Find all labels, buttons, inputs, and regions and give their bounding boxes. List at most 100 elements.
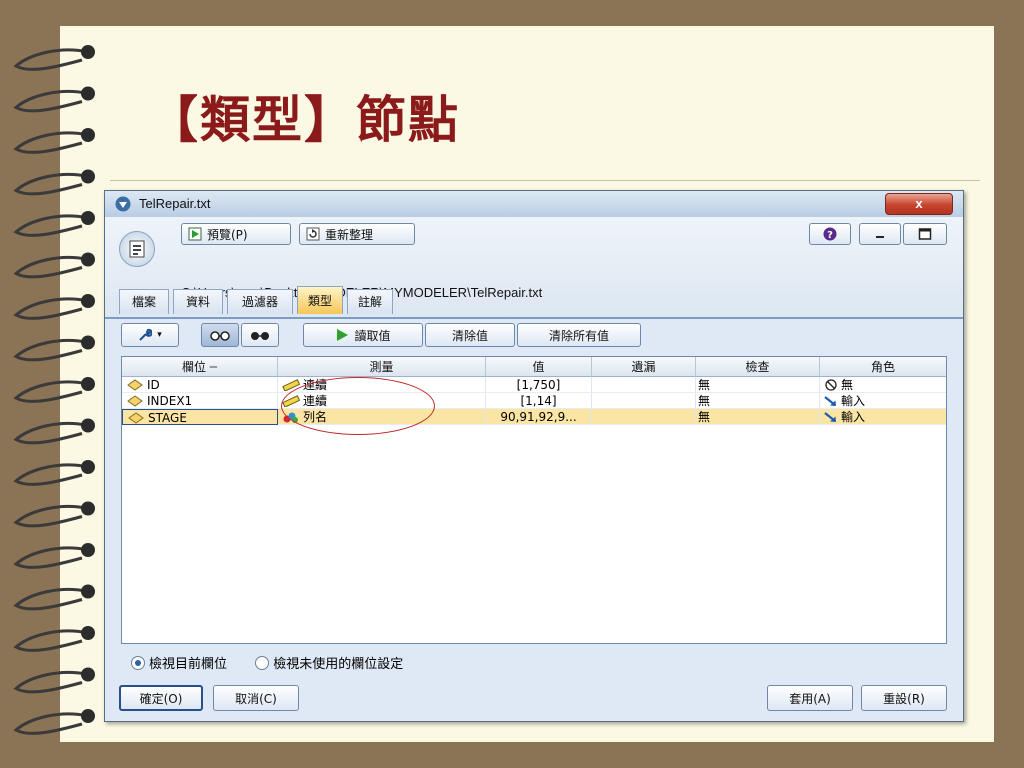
tab-type[interactable]: 類型: [297, 286, 343, 314]
diamond-field-icon: [127, 395, 143, 407]
window-title: TelRepair.txt: [139, 196, 211, 211]
role-cell[interactable]: 輸入: [820, 393, 946, 409]
field-cell[interactable]: ID: [122, 377, 278, 393]
col-header-measure[interactable]: 測量: [278, 357, 486, 377]
ring-hole: [81, 377, 95, 391]
dark-glasses-icon: [251, 332, 269, 340]
help-icon: ?: [823, 227, 837, 241]
spiral-ring: [13, 172, 89, 196]
minimize-icon: [876, 236, 884, 238]
title-divider: [110, 180, 980, 181]
tab-annotation[interactable]: 註解: [347, 289, 393, 314]
tab-file[interactable]: 檔案: [119, 289, 169, 314]
clear-all-values-label: 清除所有值: [548, 328, 609, 343]
slide-title: 【類型】節點: [148, 90, 460, 149]
field-cell[interactable]: INDEX1: [122, 393, 278, 409]
value-cell[interactable]: 90,91,92,9...: [486, 409, 592, 425]
missing-cell[interactable]: [592, 409, 696, 425]
refresh-button[interactable]: 重新整理: [299, 223, 415, 245]
spiral-ring: [13, 587, 89, 611]
radio-view-current[interactable]: 檢視目前欄位: [131, 656, 227, 672]
field-name: ID: [147, 378, 160, 392]
ring-hole: [81, 626, 95, 640]
view-fields-toggle[interactable]: [201, 323, 239, 347]
ring-hole: [81, 584, 95, 599]
read-values-button[interactable]: 讀取值: [303, 323, 423, 347]
spiral-ring: [13, 629, 89, 652]
clear-values-button[interactable]: 清除值: [425, 323, 515, 347]
col-header-value[interactable]: 值: [486, 357, 592, 377]
apply-button[interactable]: 套用(A): [767, 685, 853, 711]
spiral-ring: [13, 297, 89, 320]
wrench-icon: [139, 328, 153, 341]
ring-hole: [81, 709, 95, 723]
ring-hole: [81, 543, 95, 557]
check-cell[interactable]: 無: [696, 377, 820, 393]
value-cell[interactable]: [1,14]: [486, 393, 592, 409]
col-field-label: 欄位: [181, 360, 206, 374]
value-cell[interactable]: [1,750]: [486, 377, 592, 393]
spiral-ring: [13, 255, 89, 279]
input-arrow-icon: [824, 412, 836, 422]
minimize-button[interactable]: [859, 223, 901, 245]
none-icon: [825, 379, 837, 391]
clear-all-values-button[interactable]: 清除所有值: [517, 323, 641, 347]
check-cell[interactable]: 無: [696, 409, 820, 425]
missing-cell[interactable]: [592, 393, 696, 409]
ring-hole: [81, 211, 95, 225]
close-button[interactable]: x: [885, 193, 953, 215]
ring-hole: [81, 86, 95, 101]
spiral-ring: [13, 48, 89, 71]
tab-filter[interactable]: 過濾器: [227, 289, 293, 314]
diamond-field-icon: [127, 379, 143, 391]
reset-button[interactable]: 重設(R): [861, 685, 947, 711]
help-button[interactable]: ?: [809, 223, 851, 245]
spiral-ring: [13, 421, 89, 445]
preview-button[interactable]: 預覽(P): [181, 223, 291, 245]
ok-button[interactable]: 確定(O): [119, 685, 203, 711]
app-icon: [115, 196, 131, 212]
spiral-ring: [13, 89, 89, 113]
ring-hole: [81, 169, 95, 184]
chevron-down-icon: ▾: [157, 330, 162, 340]
tab-data[interactable]: 資料: [173, 289, 223, 314]
col-header-role[interactable]: 角色: [820, 357, 946, 377]
svg-text:?: ?: [827, 230, 833, 241]
role-value: 輸入: [841, 410, 866, 424]
field-name: STAGE: [148, 411, 187, 425]
radio-dot: [131, 656, 145, 670]
input-arrow-icon: [824, 396, 836, 406]
view-unused-toggle[interactable]: [241, 323, 279, 347]
table-row-selected[interactable]: STAGE 列名 90,91,92,9... 無 輸入: [122, 409, 946, 425]
diamond-field-icon: [128, 412, 144, 424]
cancel-button[interactable]: 取消(C): [213, 685, 299, 711]
role-cell[interactable]: 無: [820, 377, 946, 393]
fields-grid[interactable]: 欄位 ━ 測量 值 遺漏 檢查 角色 ID 連續 [1,750] 無 無 IND…: [121, 356, 947, 644]
col-header-field[interactable]: 欄位 ━: [122, 357, 278, 377]
window-titlebar[interactable]: TelRepair.txt x: [105, 191, 963, 217]
check-cell[interactable]: 無: [696, 393, 820, 409]
type-node-icon: [119, 231, 155, 267]
tools-dropdown-button[interactable]: ▾: [121, 323, 179, 347]
spiral-ring: [13, 338, 89, 362]
ring-hole: [81, 501, 95, 516]
maximize-button[interactable]: [903, 223, 947, 245]
role-cell[interactable]: 輸入: [820, 409, 946, 425]
table-row[interactable]: INDEX1 連續 [1,14] 無 輸入: [122, 393, 946, 409]
radio-view-unused[interactable]: 檢視未使用的欄位設定: [255, 656, 404, 672]
radio-dot: [255, 656, 270, 670]
ring-hole: [81, 294, 95, 308]
spiral-ring: [13, 214, 89, 237]
col-header-check[interactable]: 檢查: [696, 357, 820, 377]
radio-view-unused-label: 檢視未使用的欄位設定: [273, 657, 404, 672]
maximize-icon: [918, 228, 932, 240]
preview-label: 預覽(P): [207, 227, 248, 242]
table-row[interactable]: ID 連續 [1,750] 無 無: [122, 377, 946, 393]
annotation-circle: [281, 377, 435, 435]
col-header-missing[interactable]: 遺漏: [592, 357, 696, 377]
ring-hole: [81, 667, 95, 682]
spiral-ring: [13, 670, 89, 694]
field-cell[interactable]: STAGE: [122, 409, 278, 425]
preview-icon: [188, 227, 202, 241]
missing-cell[interactable]: [592, 377, 696, 393]
